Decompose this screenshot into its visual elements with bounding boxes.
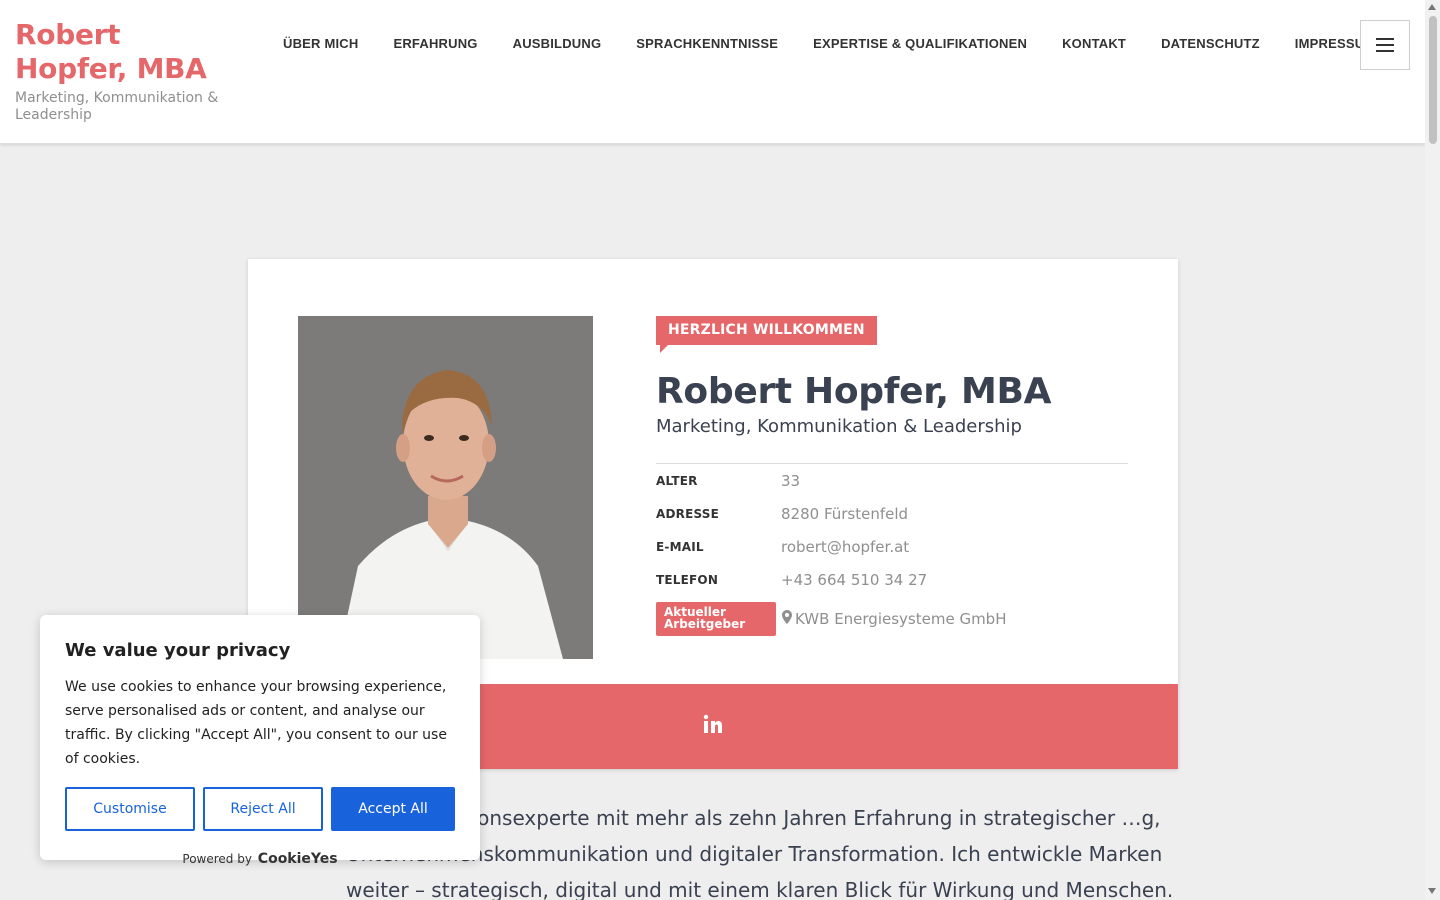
nav-kontakt[interactable]: KONTAKT xyxy=(1062,35,1126,55)
cookie-buttons: Customise Reject All Accept All xyxy=(65,787,455,831)
scrollbar-thumb[interactable] xyxy=(1429,16,1437,144)
scroll-down-arrow-icon[interactable] xyxy=(1428,888,1436,894)
field-label: ADRESSE xyxy=(656,506,720,521)
field-label: TELEFON xyxy=(656,572,719,587)
page-scrollbar[interactable] xyxy=(1425,0,1440,900)
nav-ausbildung[interactable]: AUSBILDUNG xyxy=(513,35,602,55)
site-title-line2[interactable]: Hopfer, MBA xyxy=(15,52,245,86)
field-value: 8280 Fürstenfeld xyxy=(781,504,909,523)
profile-name: Robert Hopfer, MBA xyxy=(656,371,1052,412)
phone-link[interactable]: +43 664 510 34 27 xyxy=(781,571,927,589)
map-pin-icon xyxy=(782,609,792,628)
accept-all-button[interactable]: Accept All xyxy=(331,787,455,831)
powered-by-label: Powered by xyxy=(182,852,252,866)
linkedin-icon[interactable] xyxy=(703,714,723,740)
field-label: E-MAIL xyxy=(656,539,704,554)
scroll-up-arrow-icon[interactable] xyxy=(1428,4,1436,10)
hamburger-icon-bar xyxy=(1376,38,1394,40)
field-row-phone: TELEFON +43 664 510 34 27 xyxy=(656,563,1128,596)
field-value: 33 xyxy=(781,471,801,490)
cookie-text: We use cookies to enhance your browsing … xyxy=(65,679,447,767)
welcome-badge: HERZLICH WILLKOMMEN xyxy=(656,316,877,353)
reject-all-button[interactable]: Reject All xyxy=(203,787,323,831)
field-row-address: ADRESSE 8280 Fürstenfeld xyxy=(656,497,1128,530)
nav-expertise[interactable]: EXPERTISE & QUALIFIKATIONEN xyxy=(813,35,1027,55)
site-title-line1[interactable]: Robert xyxy=(15,18,245,52)
cookieyes-logo[interactable]: CookieYes xyxy=(258,851,338,867)
hamburger-menu-button[interactable] xyxy=(1360,20,1410,70)
powered-by: Powered by CookieYes xyxy=(65,851,455,867)
nav-erfahrung[interactable]: ERFAHRUNG xyxy=(393,35,477,55)
profile-photo xyxy=(298,316,593,659)
nav-ueber-mich[interactable]: ÜBER MICH xyxy=(283,35,358,55)
portrait-image xyxy=(298,316,593,659)
nav-datenschutz[interactable]: DATENSCHUTZ xyxy=(1161,35,1260,55)
profile-role: Marketing, Kommunikation & Leadership xyxy=(656,416,1022,437)
hamburger-icon-bar xyxy=(1376,44,1394,46)
cookie-consent-banner: We value your privacy We use cookies to … xyxy=(40,615,480,867)
site-header: Robert Hopfer, MBA Marketing, Kommunikat… xyxy=(0,0,1425,144)
field-row-age: ALTER 33 xyxy=(656,464,1128,497)
site-tagline: Marketing, Kommunikation & Leadership xyxy=(15,90,219,123)
brand[interactable]: Robert Hopfer, MBA Marketing, Kommunikat… xyxy=(15,18,245,124)
nav-sprachkenntnisse[interactable]: SPRACHKENNTNISSE xyxy=(636,35,778,55)
field-row-employer: Aktueller Arbeitgeber KWB Energiesysteme… xyxy=(656,601,1128,636)
profile-info: HERZLICH WILLKOMMEN Robert Hopfer, MBA M… xyxy=(656,316,1128,636)
cookie-title: We value your privacy xyxy=(65,640,291,661)
employer-badge: Aktueller Arbeitgeber xyxy=(656,601,776,636)
email-link[interactable]: robert@hopfer.at xyxy=(781,538,909,556)
employer-value: KWB Energiesysteme GmbH xyxy=(795,609,1007,628)
field-label: ALTER xyxy=(656,473,698,488)
main-nav: ÜBER MICH ERFAHRUNG AUSBILDUNG SPRACHKEN… xyxy=(283,35,1375,55)
customise-button[interactable]: Customise xyxy=(65,787,195,831)
hamburger-icon-bar xyxy=(1376,50,1394,52)
site-title[interactable]: Robert Hopfer, MBA xyxy=(15,18,245,86)
field-row-email: E-MAIL robert@hopfer.at xyxy=(656,530,1128,563)
